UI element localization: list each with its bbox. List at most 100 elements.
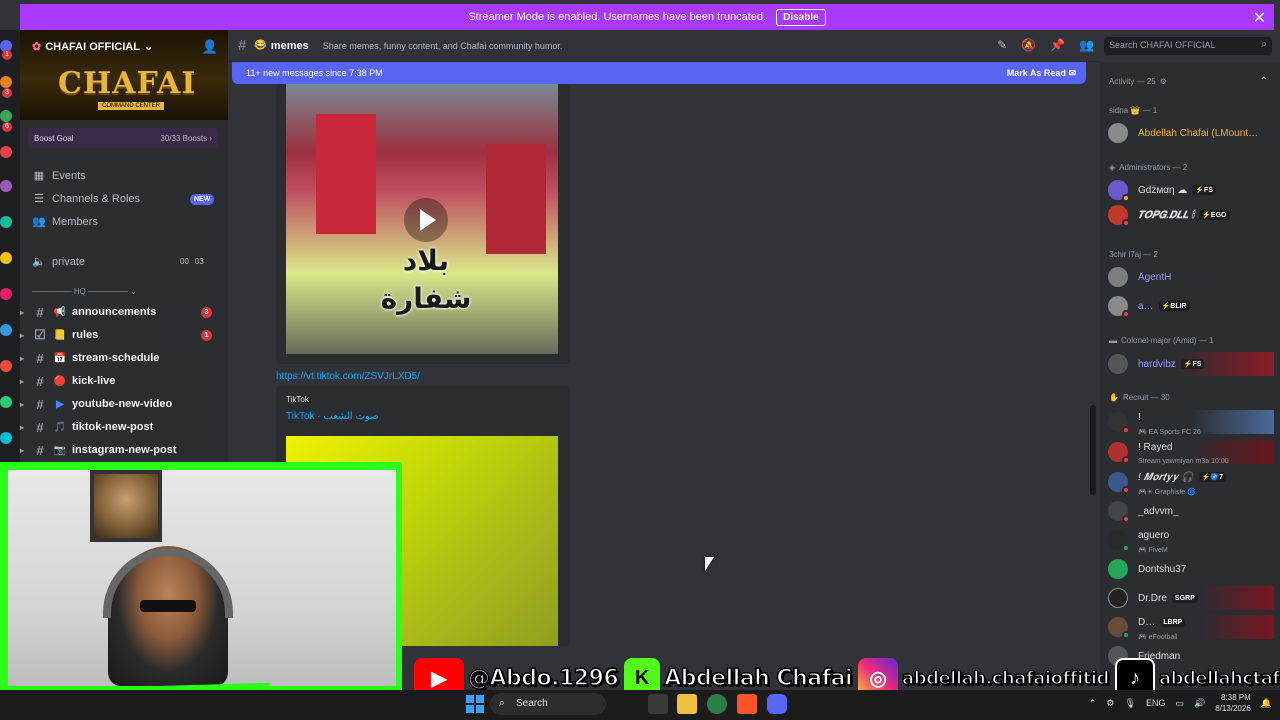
channel-emoji: 🔴 xyxy=(53,375,67,387)
play-icon[interactable] xyxy=(404,198,448,242)
nav-channels-roles[interactable]: ☰ Channels & Roles xyxy=(32,192,140,206)
member-tag: ⚡♐7 xyxy=(1198,472,1226,482)
channel-name: tiktok-new-post xyxy=(72,421,154,433)
tiktok-link[interactable]: https://vt.tiktok.com/ZSVJrLXD5/ xyxy=(276,371,420,382)
discord-icon[interactable] xyxy=(767,694,787,714)
embed-title[interactable]: TikTok · صوت الشعب xyxy=(286,411,379,422)
member-row[interactable]: a… ⚡BLIR xyxy=(1108,294,1274,318)
member-row[interactable]: D… LBRP 🎮 eFootball xyxy=(1108,615,1274,641)
channel-rules[interactable]: ▸ ☑ 📒 rules 1 xyxy=(20,325,220,345)
task-view-icon[interactable] xyxy=(648,694,668,714)
mic-icon[interactable]: 🎙 xyxy=(1125,698,1136,709)
member-row[interactable]: Gdżмαη ☁ ⚡FS xyxy=(1108,178,1274,202)
avatar xyxy=(1108,180,1130,202)
member-row[interactable]: Abdellah Chafai (LMount… xyxy=(1108,121,1274,145)
flag-shape xyxy=(316,114,376,234)
channel-youtube-new-video[interactable]: ▸ # ▶ youtube-new-video xyxy=(20,394,220,414)
server-icon[interactable] xyxy=(0,288,12,300)
member-row[interactable]: ! 𝑴𝒐𝒓𝒕𝒚𝒚 🎧 ⚡♐7 🎮☀ Graphiste 🌀 xyxy=(1108,470,1274,496)
channel-stream-schedule[interactable]: ▸ # 📅 stream-schedule xyxy=(20,348,220,368)
streamer-mode-banner: Streamer Mode is enabled. Usernames have… xyxy=(20,4,1274,30)
member-name: ! xyxy=(1138,411,1141,423)
channel-kick-live[interactable]: ▸ # 🔴 kick-live xyxy=(20,371,220,391)
member-name: D… xyxy=(1138,616,1156,628)
member-row[interactable]: Dontshu37 xyxy=(1108,557,1274,581)
brave-icon[interactable] xyxy=(737,694,757,714)
taskbar-search[interactable]: ⌕ Search xyxy=(490,693,606,715)
avatar xyxy=(1108,588,1128,608)
server-icon[interactable] xyxy=(0,180,12,192)
video-thumbnail[interactable]: بلاد شفارة xyxy=(286,84,558,354)
server-name[interactable]: ✿ CHAFAI OFFICIAL ⌄ xyxy=(32,40,153,54)
network-icon[interactable]: ⚙ xyxy=(1106,698,1114,709)
member-row[interactable]: ! 🎮 EA Sports FC 26 xyxy=(1108,410,1274,436)
boost-goal-bar[interactable]: Boost Goal 30/33 Boosts › xyxy=(28,128,218,148)
file-explorer-icon[interactable] xyxy=(677,694,697,714)
channel-announcements[interactable]: ▸ # 📢 announcements 3 xyxy=(20,302,220,322)
category-hq[interactable]: ─────── HQ ─────── ⌄ xyxy=(32,287,137,296)
member-row[interactable]: aguero 🎮 FiveM xyxy=(1108,528,1274,554)
chevron-up-icon[interactable]: ⌃ xyxy=(1089,698,1097,709)
notifications-icon[interactable]: 🔔 xyxy=(1261,698,1272,709)
server-icon[interactable] xyxy=(0,146,12,158)
server-icon[interactable] xyxy=(0,76,12,88)
member-row[interactable]: ! Rayed Stream yawmiyan m3a 10:00 xyxy=(1108,440,1274,465)
member-row[interactable]: AgentH xyxy=(1108,265,1274,289)
server-icon[interactable] xyxy=(0,432,12,444)
hash-icon: # xyxy=(36,396,44,412)
new-messages-bar[interactable]: 11+ new messages since 7:38 PM Mark As R… xyxy=(232,62,1086,84)
server-icon[interactable] xyxy=(0,252,12,264)
member-row[interactable]: hardvibz ⚡FS xyxy=(1108,352,1274,376)
member-name: Abdellah Chafai (LMount… xyxy=(1138,127,1259,139)
invite-people-icon[interactable]: 👤 xyxy=(202,39,218,55)
new-messages-label: 11+ new messages since 7:38 PM xyxy=(246,68,383,78)
member-row[interactable]: _advvm_ xyxy=(1108,499,1274,523)
thread-arrow-icon: ▸ xyxy=(20,330,25,340)
search-input[interactable]: Search CHAFAI OFFICIAL ⌕ xyxy=(1104,37,1272,55)
mute-bell-icon[interactable]: 🔕 xyxy=(1021,38,1036,52)
clock[interactable]: 8:38 PM 8/13/2026 xyxy=(1215,692,1251,714)
channel-tiktok-new-post[interactable]: ▸ # 🎵 tiktok-new-post xyxy=(20,417,220,437)
volume-icon[interactable]: 🔊 xyxy=(1194,698,1205,709)
chrome-icon[interactable] xyxy=(707,694,727,714)
server-logo-subtitle: COMMAND CENTER xyxy=(98,102,164,110)
chevron-up-icon[interactable]: ⌃ xyxy=(1260,76,1268,87)
member-row[interactable]: Dr.Dre SGRP xyxy=(1108,586,1274,610)
server-icon[interactable] xyxy=(0,360,12,372)
voice-channel-private[interactable]: 🔈 private xyxy=(32,255,85,269)
close-icon[interactable]: ✕ xyxy=(1253,8,1266,28)
activity-header[interactable]: Activity — 25 ⚙ xyxy=(1109,77,1167,86)
chat-scrollbar[interactable] xyxy=(1090,405,1096,495)
server-icon[interactable] xyxy=(0,110,12,122)
channel-instagram-new-post[interactable]: ▸ # 📷 instagram-new-post xyxy=(20,440,220,460)
windows-start-icon[interactable] xyxy=(466,695,484,713)
avatar xyxy=(1108,617,1130,639)
thread-arrow-icon: ▸ xyxy=(20,376,25,386)
status-idle-icon xyxy=(1122,194,1130,202)
webcam-feed xyxy=(8,470,396,686)
gear-icon[interactable]: ⚙ xyxy=(1160,77,1167,86)
avatar xyxy=(1108,501,1130,523)
disable-button[interactable]: Disable xyxy=(776,8,826,26)
server-icon[interactable] xyxy=(0,324,12,336)
nav-events[interactable]: ▦ Events xyxy=(32,169,86,183)
thread-arrow-icon: ▸ xyxy=(20,445,25,455)
display-icon[interactable]: ▭ xyxy=(1175,698,1184,709)
sunglasses xyxy=(140,600,196,612)
channel-topic[interactable]: Share memes, funny content, and Chafai c… xyxy=(323,41,563,51)
member-row[interactable]: 𝑻𝑶𝑷𝑮.𝑫𝑳𝑳 🕯 ⚡EGO xyxy=(1108,203,1274,227)
nav-members[interactable]: 👥 Members xyxy=(32,215,98,229)
avatar xyxy=(1108,205,1130,227)
language-indicator[interactable]: ENG xyxy=(1146,698,1166,708)
mark-as-read-button[interactable]: Mark As Read ✉ xyxy=(1007,68,1076,79)
server-icon[interactable] xyxy=(0,396,12,408)
threads-icon[interactable]: ✎ xyxy=(997,38,1007,52)
mention-badge: 3 xyxy=(201,306,212,318)
member-tag: SGRP xyxy=(1171,593,1198,603)
server-banner[interactable]: ✿ CHAFAI OFFICIAL ⌄ 👤 CHAFAI COMMAND CEN… xyxy=(20,30,228,120)
server-icon[interactable] xyxy=(0,216,12,228)
pin-icon[interactable]: 📌 xyxy=(1050,38,1065,52)
member-tag: ⚡FS xyxy=(1180,359,1205,369)
member-activity: 🎮 eFootball xyxy=(1138,634,1178,641)
member-list-icon[interactable]: 👥 xyxy=(1079,38,1094,52)
